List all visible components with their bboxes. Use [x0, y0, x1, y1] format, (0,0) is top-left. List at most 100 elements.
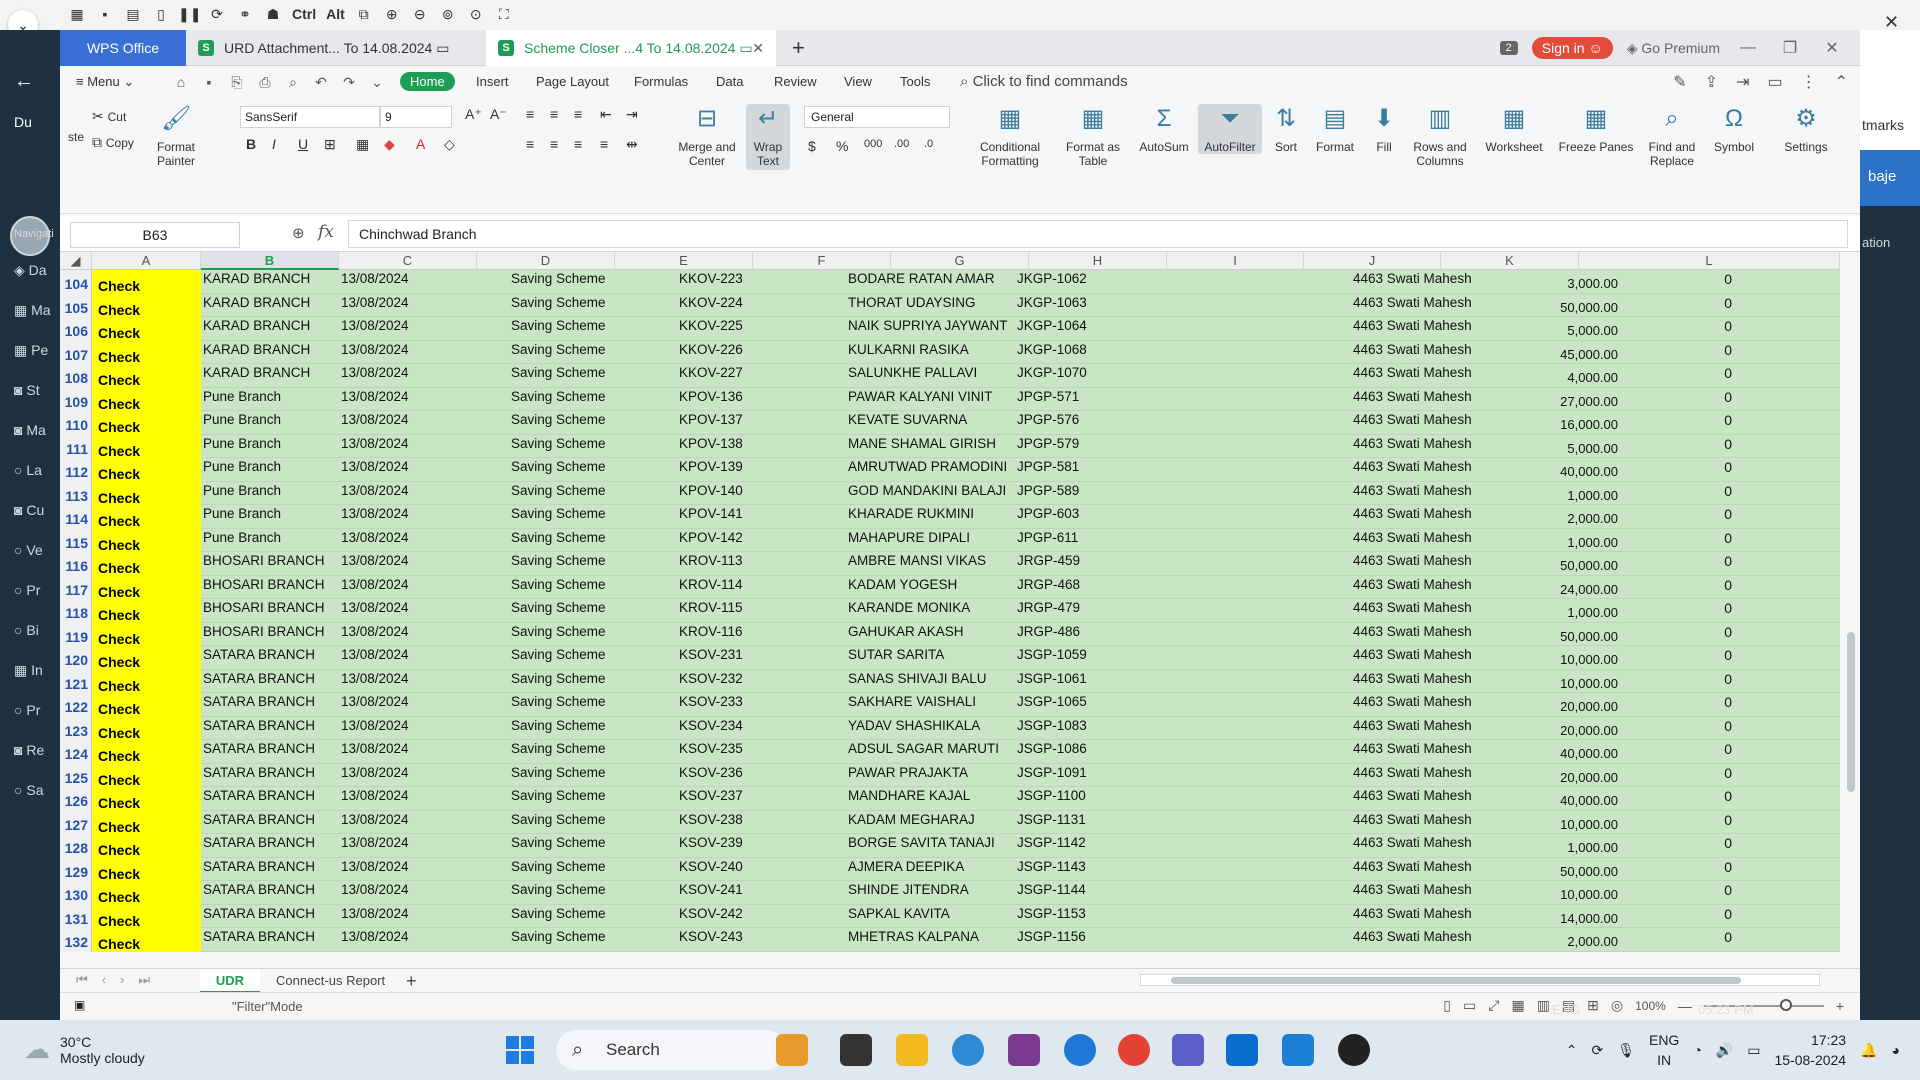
- cell-amount[interactable]: 10,000.00: [1498, 811, 1618, 835]
- column-header-g[interactable]: G: [891, 252, 1029, 270]
- cell-branch[interactable]: SATARA BRANCH: [203, 740, 338, 764]
- cell-customer-name[interactable]: MANE SHAMAL GIRISH: [848, 435, 1018, 459]
- sheet-nav-arrows[interactable]: ⏮‹›⏭: [76, 972, 164, 988]
- cell-scheme[interactable]: Saving Scheme: [511, 341, 651, 365]
- cell-status[interactable]: Check: [92, 904, 201, 928]
- cell-account-code[interactable]: KKOV-226: [679, 341, 819, 365]
- redo-icon[interactable]: ↷: [338, 74, 360, 91]
- cell-zero[interactable]: 0: [1612, 905, 1732, 929]
- copilot-icon[interactable]: ◕: [1892, 1042, 1900, 1058]
- new-tab-button[interactable]: +: [792, 30, 805, 66]
- cell-account-code[interactable]: KSOV-238: [679, 811, 819, 835]
- export-format-icon[interactable]: ⇥: [1736, 72, 1749, 92]
- cell-gp-code[interactable]: JSGP-1061: [1017, 670, 1147, 694]
- cell-gp-code[interactable]: JRGP-479: [1017, 599, 1147, 623]
- cell-scheme[interactable]: Saving Scheme: [511, 482, 651, 506]
- cell-amount[interactable]: 2,000.00: [1498, 505, 1618, 529]
- sort-button[interactable]: ⇅ Sort: [1266, 104, 1306, 154]
- cell-zero[interactable]: 0: [1612, 388, 1732, 412]
- cell-customer-name[interactable]: SAPKAL KAVITA: [848, 905, 1018, 929]
- battery-icon[interactable]: ▭: [1747, 1042, 1760, 1059]
- cell-date[interactable]: 13/08/2024: [341, 505, 475, 529]
- column-header-f[interactable]: F: [753, 252, 891, 270]
- cell-zero[interactable]: 0: [1612, 787, 1732, 811]
- cell-amount[interactable]: 50,000.00: [1498, 623, 1618, 647]
- cell-status[interactable]: Check: [92, 552, 201, 576]
- cell-agent[interactable]: 4463 Swati Mahesh: [1353, 364, 1503, 388]
- row-number[interactable]: 107: [60, 340, 92, 364]
- zoom-formula-icon[interactable]: ⊕: [292, 224, 305, 242]
- cell-gp-code[interactable]: JSGP-1142: [1017, 834, 1147, 858]
- cell-agent[interactable]: 4463 Swati Mahesh: [1353, 811, 1503, 835]
- row-number[interactable]: 114: [60, 505, 92, 529]
- chrome-browser-icon[interactable]: [1118, 1034, 1150, 1066]
- cell-account-code[interactable]: KROV-113: [679, 552, 819, 576]
- save-icon[interactable]: ▪: [198, 74, 220, 91]
- align-center-icon[interactable]: ≡: [550, 136, 558, 152]
- row-number[interactable]: 131: [60, 904, 92, 928]
- language-indicator[interactable]: ENG IN: [1649, 1030, 1679, 1070]
- cell-date[interactable]: 13/08/2024: [341, 764, 475, 788]
- remote-sheet-icon[interactable]: ▦: [66, 3, 88, 25]
- volume-icon[interactable]: 🔊: [1716, 1042, 1733, 1059]
- cell-zero[interactable]: 0: [1612, 670, 1732, 694]
- cell-customer-name[interactable]: SHINDE JITENDRA: [848, 881, 1018, 905]
- cell-branch[interactable]: SATARA BRANCH: [203, 717, 338, 741]
- cell-gp-code[interactable]: JKGP-1062: [1017, 270, 1147, 294]
- column-header-e[interactable]: E: [615, 252, 753, 270]
- column-header-c[interactable]: C: [339, 252, 477, 270]
- cell-gp-code[interactable]: JSGP-1059: [1017, 646, 1147, 670]
- cell-agent[interactable]: 4463 Swati Mahesh: [1353, 576, 1503, 600]
- cell-customer-name[interactable]: SUTAR SARITA: [848, 646, 1018, 670]
- cell-customer-name[interactable]: MANDHARE KAJAL: [848, 787, 1018, 811]
- spreadsheet-grid[interactable]: ◢ A B C D E F G H I J K L 104 Check KARAD BRANCH 13/08/…: [60, 252, 1840, 968]
- row-number[interactable]: 112: [60, 458, 92, 482]
- cell-account-code[interactable]: KPOV-138: [679, 435, 819, 459]
- cell-account-code[interactable]: KSOV-233: [679, 693, 819, 717]
- cell-zero[interactable]: 0: [1612, 811, 1732, 835]
- teams-app-icon[interactable]: [1172, 1034, 1204, 1066]
- add-sheet-button[interactable]: +: [406, 969, 417, 993]
- cell-amount[interactable]: 5,000.00: [1498, 435, 1618, 459]
- cell-zero[interactable]: 0: [1612, 411, 1732, 435]
- column-header-d[interactable]: D: [477, 252, 615, 270]
- cell-gp-code[interactable]: JPGP-589: [1017, 482, 1147, 506]
- cell-scheme[interactable]: Saving Scheme: [511, 787, 651, 811]
- cell-branch[interactable]: Pune Branch: [203, 482, 338, 506]
- nav-item[interactable]: ▦ In: [14, 662, 43, 679]
- nav-item[interactable]: ○ Bi: [14, 622, 39, 638]
- cell-gp-code[interactable]: JSGP-1086: [1017, 740, 1147, 764]
- cell-date[interactable]: 13/08/2024: [341, 294, 475, 318]
- bookmarks-label[interactable]: tmarks: [1862, 117, 1904, 133]
- cell-date[interactable]: 13/08/2024: [341, 787, 475, 811]
- cell-date[interactable]: 13/08/2024: [341, 576, 475, 600]
- decrease-font-icon[interactable]: A⁻: [490, 106, 507, 123]
- cell-gp-code[interactable]: JSGP-1143: [1017, 858, 1147, 882]
- cell-agent[interactable]: 4463 Swati Mahesh: [1353, 740, 1503, 764]
- nav-item[interactable]: ▦ Pe: [14, 342, 48, 359]
- cell-amount[interactable]: 2,000.00: [1498, 928, 1618, 952]
- column-header-a[interactable]: A: [92, 252, 201, 270]
- tab-view[interactable]: View: [844, 74, 872, 89]
- cell-agent[interactable]: 4463 Swati Mahesh: [1353, 411, 1503, 435]
- row-number[interactable]: 125: [60, 763, 92, 787]
- cell-status[interactable]: Check: [92, 411, 201, 435]
- cell-date[interactable]: 13/08/2024: [341, 552, 475, 576]
- zoom-actual-icon[interactable]: ⊙: [465, 3, 487, 25]
- zoom-knob[interactable]: [1779, 998, 1792, 1011]
- cell-date[interactable]: 13/08/2024: [341, 317, 475, 341]
- cell-amount[interactable]: 10,000.00: [1498, 646, 1618, 670]
- cell-agent[interactable]: 4463 Swati Mahesh: [1353, 928, 1503, 952]
- edit-icon[interactable]: ✎: [1673, 72, 1686, 92]
- indent-decrease-icon[interactable]: ⇤: [600, 106, 612, 123]
- clipboard-icon[interactable]: ⧉: [353, 3, 375, 25]
- cell-customer-name[interactable]: KARANDE MONIKA: [848, 599, 1018, 623]
- underline-icon[interactable]: U: [298, 136, 308, 152]
- cell-amount[interactable]: 4,000.00: [1498, 364, 1618, 388]
- cell-amount[interactable]: 14,000.00: [1498, 905, 1618, 929]
- taskbar-search[interactable]: ⌕ Search: [556, 1030, 786, 1070]
- cell-account-code[interactable]: KROV-115: [679, 599, 819, 623]
- cell-zero[interactable]: 0: [1612, 435, 1732, 459]
- cell-account-code[interactable]: KSOV-234: [679, 717, 819, 741]
- taskview-app-icon[interactable]: [840, 1034, 872, 1066]
